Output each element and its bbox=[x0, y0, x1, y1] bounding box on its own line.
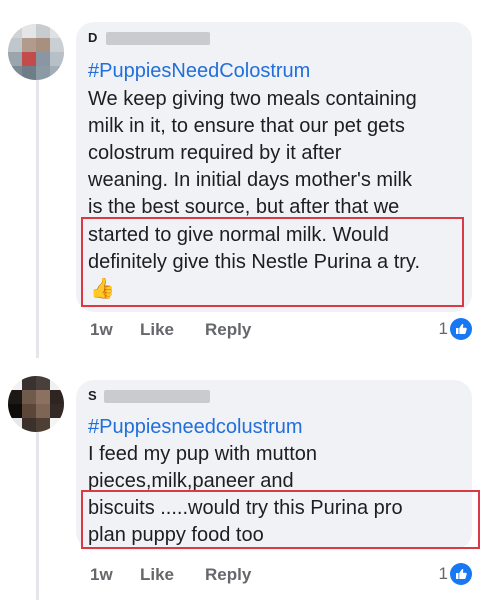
comment-author[interactable]: S bbox=[88, 388, 288, 406]
hashtag-link[interactable]: #Puppiesneedcolustrum bbox=[88, 416, 303, 439]
highlight-box bbox=[81, 217, 464, 307]
thread-line bbox=[36, 432, 39, 600]
hashtag-link[interactable]: #PuppiesNeedColostrum bbox=[88, 60, 310, 83]
thumbs-up-like-icon bbox=[450, 318, 472, 340]
comment-text-line: milk in it, to ensure that our pet gets bbox=[88, 115, 405, 137]
comment-text-line: colostrum required by it after bbox=[88, 142, 342, 164]
comment-actions: 1w Like Reply bbox=[90, 320, 470, 344]
reaction-summary[interactable]: 1 bbox=[420, 563, 472, 587]
like-button[interactable]: Like bbox=[140, 565, 174, 585]
comment-text-line: weaning. In initial days mother's milk bbox=[88, 169, 412, 191]
comment-text-line: We keep giving two meals containing bbox=[88, 88, 417, 110]
thumbs-up-like-icon bbox=[450, 563, 472, 585]
highlight-box bbox=[81, 490, 480, 549]
reaction-summary[interactable]: 1 bbox=[420, 318, 472, 342]
comment-author[interactable]: D bbox=[88, 30, 288, 48]
author-name-redaction bbox=[106, 32, 210, 45]
avatar[interactable] bbox=[8, 376, 64, 432]
thread-line bbox=[36, 68, 39, 358]
comment-timestamp[interactable]: 1w bbox=[90, 565, 113, 585]
comment-timestamp[interactable]: 1w bbox=[90, 320, 113, 340]
author-name-redaction bbox=[104, 390, 210, 403]
reply-button[interactable]: Reply bbox=[205, 565, 251, 585]
reaction-count: 1 bbox=[438, 319, 448, 338]
comment-text-line: I feed my pup with mutton bbox=[88, 443, 318, 465]
like-button[interactable]: Like bbox=[140, 320, 174, 340]
reaction-count: 1 bbox=[438, 564, 448, 583]
reply-button[interactable]: Reply bbox=[205, 320, 251, 340]
comment-actions: 1w Like Reply bbox=[90, 565, 470, 589]
avatar[interactable] bbox=[8, 24, 64, 80]
